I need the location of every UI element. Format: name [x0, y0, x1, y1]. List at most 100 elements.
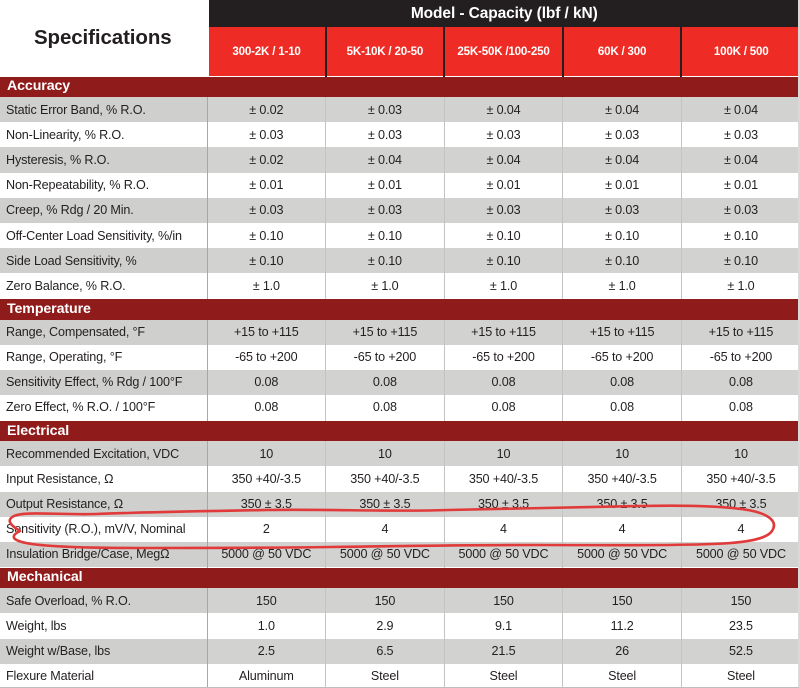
row-value: ± 0.03	[207, 197, 327, 223]
row-label: Range, Operating, °F	[0, 344, 208, 370]
row-value: 10	[325, 441, 445, 467]
row-value: ± 0.01	[681, 172, 800, 198]
row-value: 0.08	[681, 395, 800, 421]
row-label: Safe Overload, % R.O.	[0, 588, 208, 614]
row-value: 5000 @ 50 VDC	[325, 542, 445, 568]
row-value: ± 0.03	[681, 122, 800, 148]
row-value: 150	[562, 588, 682, 614]
table-row: Zero Effect, % R.O. / 100°F 0.08 0.08 0.08 0…	[0, 395, 800, 421]
row-value: ± 0.03	[681, 197, 800, 223]
row-value: +15 to +115	[562, 319, 682, 345]
table-row: Weight, lbs 1.0 2.9 9.1 11.2 23.5	[0, 613, 800, 639]
row-value: 9.1	[444, 613, 564, 639]
row-label: Flexure Material	[0, 663, 208, 688]
row-label: Zero Balance, % R.O.	[0, 273, 208, 299]
row-label: Weight, lbs	[0, 613, 208, 639]
section-title: Electrical	[0, 419, 800, 442]
row-value: ± 0.10	[562, 248, 682, 274]
row-value: 350 ± 3.5	[444, 491, 564, 517]
row-value: 150	[444, 588, 564, 614]
row-label: Side Load Sensitivity, %	[0, 248, 208, 274]
row-value: 1.0	[207, 613, 327, 639]
row-label: Hysteresis, % R.O.	[0, 147, 208, 173]
column-header-capacity-4: 60K / 300	[561, 27, 682, 76]
row-value: 0.08	[562, 395, 682, 421]
row-value: 11.2	[562, 613, 682, 639]
row-value: 150	[325, 588, 445, 614]
row-value: 350 ± 3.5	[207, 491, 327, 517]
row-value: ± 0.02	[207, 97, 327, 123]
row-value: 26	[562, 638, 682, 664]
row-value: 2.5	[207, 638, 327, 664]
row-label: Creep, % Rdg / 20 Min.	[0, 197, 208, 223]
row-value: 4	[325, 516, 445, 542]
row-value: ± 1.0	[207, 273, 327, 299]
row-label: Range, Compensated, °F	[0, 319, 208, 345]
specification-sheet: Specifications Model - Capacity (lbf / k…	[0, 0, 800, 688]
row-value: ± 1.0	[562, 273, 682, 299]
row-label: Zero Effect, % R.O. / 100°F	[0, 395, 208, 421]
column-header-capacity-5: 100K / 500	[680, 27, 800, 76]
row-value: 5000 @ 50 VDC	[444, 542, 564, 568]
row-value: 0.08	[444, 369, 564, 396]
row-value: ± 1.0	[444, 273, 564, 299]
row-value: ± 0.04	[325, 147, 445, 173]
row-value: ± 0.10	[325, 222, 445, 249]
row-value: ± 0.03	[444, 122, 564, 148]
row-value: 5000 @ 50 VDC	[562, 542, 682, 568]
row-value: Steel	[325, 663, 445, 688]
section-header-row: Temperature	[0, 298, 800, 320]
table-row: Hysteresis, % R.O. ± 0.02 ± 0.04 ± 0.04 ± 0.…	[0, 147, 800, 173]
row-value: 4	[444, 516, 564, 542]
row-label: Input Resistance, Ω	[0, 466, 208, 492]
row-value: 150	[207, 588, 327, 614]
row-label: Sensitivity (R.O.), mV/V, Nominal	[0, 516, 208, 542]
row-value: 0.08	[681, 369, 800, 396]
row-value: -65 to +200	[207, 344, 327, 370]
row-value: 5000 @ 50 VDC	[207, 542, 327, 568]
table-header: Specifications Model - Capacity (lbf / k…	[0, 0, 800, 76]
row-value: -65 to +200	[562, 344, 682, 370]
table-row: Non-Linearity, % R.O. ± 0.03 ± 0.03 ± 0.03 ±…	[0, 122, 800, 148]
section-title: Accuracy	[0, 75, 800, 97]
row-value: ± 0.04	[681, 97, 800, 123]
row-value: 350 +40/-3.5	[207, 466, 327, 492]
row-value: ± 0.01	[207, 172, 327, 198]
row-value: 4	[562, 516, 682, 542]
row-label: Output Resistance, Ω	[0, 491, 208, 517]
row-value: ± 1.0	[681, 273, 800, 299]
row-label: Static Error Band, % R.O.	[0, 97, 208, 123]
section-title: Temperature	[0, 298, 800, 320]
row-value: ± 0.10	[562, 222, 682, 249]
row-value: ± 0.10	[444, 222, 564, 249]
section-header-row: Accuracy	[0, 75, 800, 97]
row-label: Non-Linearity, % R.O.	[0, 122, 208, 148]
column-header-capacity-3: 25K-50K /100-250	[443, 27, 563, 76]
table-row: Static Error Band, % R.O. ± 0.02 ± 0.03 ± 0…	[0, 97, 800, 123]
table-row: Recommended Excitation, VDC 10 10 10 10 10	[0, 441, 800, 467]
row-value: Steel	[444, 663, 564, 688]
row-value: 2	[207, 516, 327, 542]
table-row: Creep, % Rdg / 20 Min. ± 0.03 ± 0.03 ± 0.03…	[0, 197, 800, 223]
section-header-row: Mechanical	[0, 566, 800, 589]
row-value: ± 0.01	[562, 172, 682, 198]
table-row: Flexure Material Aluminum Steel Steel Steel S…	[0, 663, 800, 688]
row-value: Steel	[562, 663, 682, 688]
row-value: 0.08	[325, 395, 445, 421]
row-value: ± 0.03	[325, 97, 445, 123]
table-row: Range, Compensated, °F +15 to +115 +15 to …	[0, 319, 800, 345]
row-value: ± 0.03	[207, 122, 327, 148]
row-value: 350 +40/-3.5	[325, 466, 445, 492]
row-value: +15 to +115	[444, 319, 564, 345]
row-label: Sensitivity Effect, % Rdg / 100°F	[0, 369, 208, 396]
row-value: 0.08	[207, 369, 327, 396]
table-row: Non-Repeatability, % R.O. ± 0.01 ± 0.01 ± 0…	[0, 172, 800, 198]
table-row: Sensitivity Effect, % Rdg / 100°F 0.08 0.0…	[0, 369, 800, 396]
header-top-row: Specifications Model - Capacity (lbf / k…	[0, 0, 800, 76]
row-value: ± 0.10	[207, 248, 327, 274]
section-header-row: Electrical	[0, 419, 800, 442]
row-value: ± 0.10	[325, 248, 445, 274]
table-body: Accuracy Static Error Band, % R.O. ± 0.02 ±…	[0, 75, 800, 688]
row-value: ± 0.01	[325, 172, 445, 198]
row-value: 10	[562, 441, 682, 467]
